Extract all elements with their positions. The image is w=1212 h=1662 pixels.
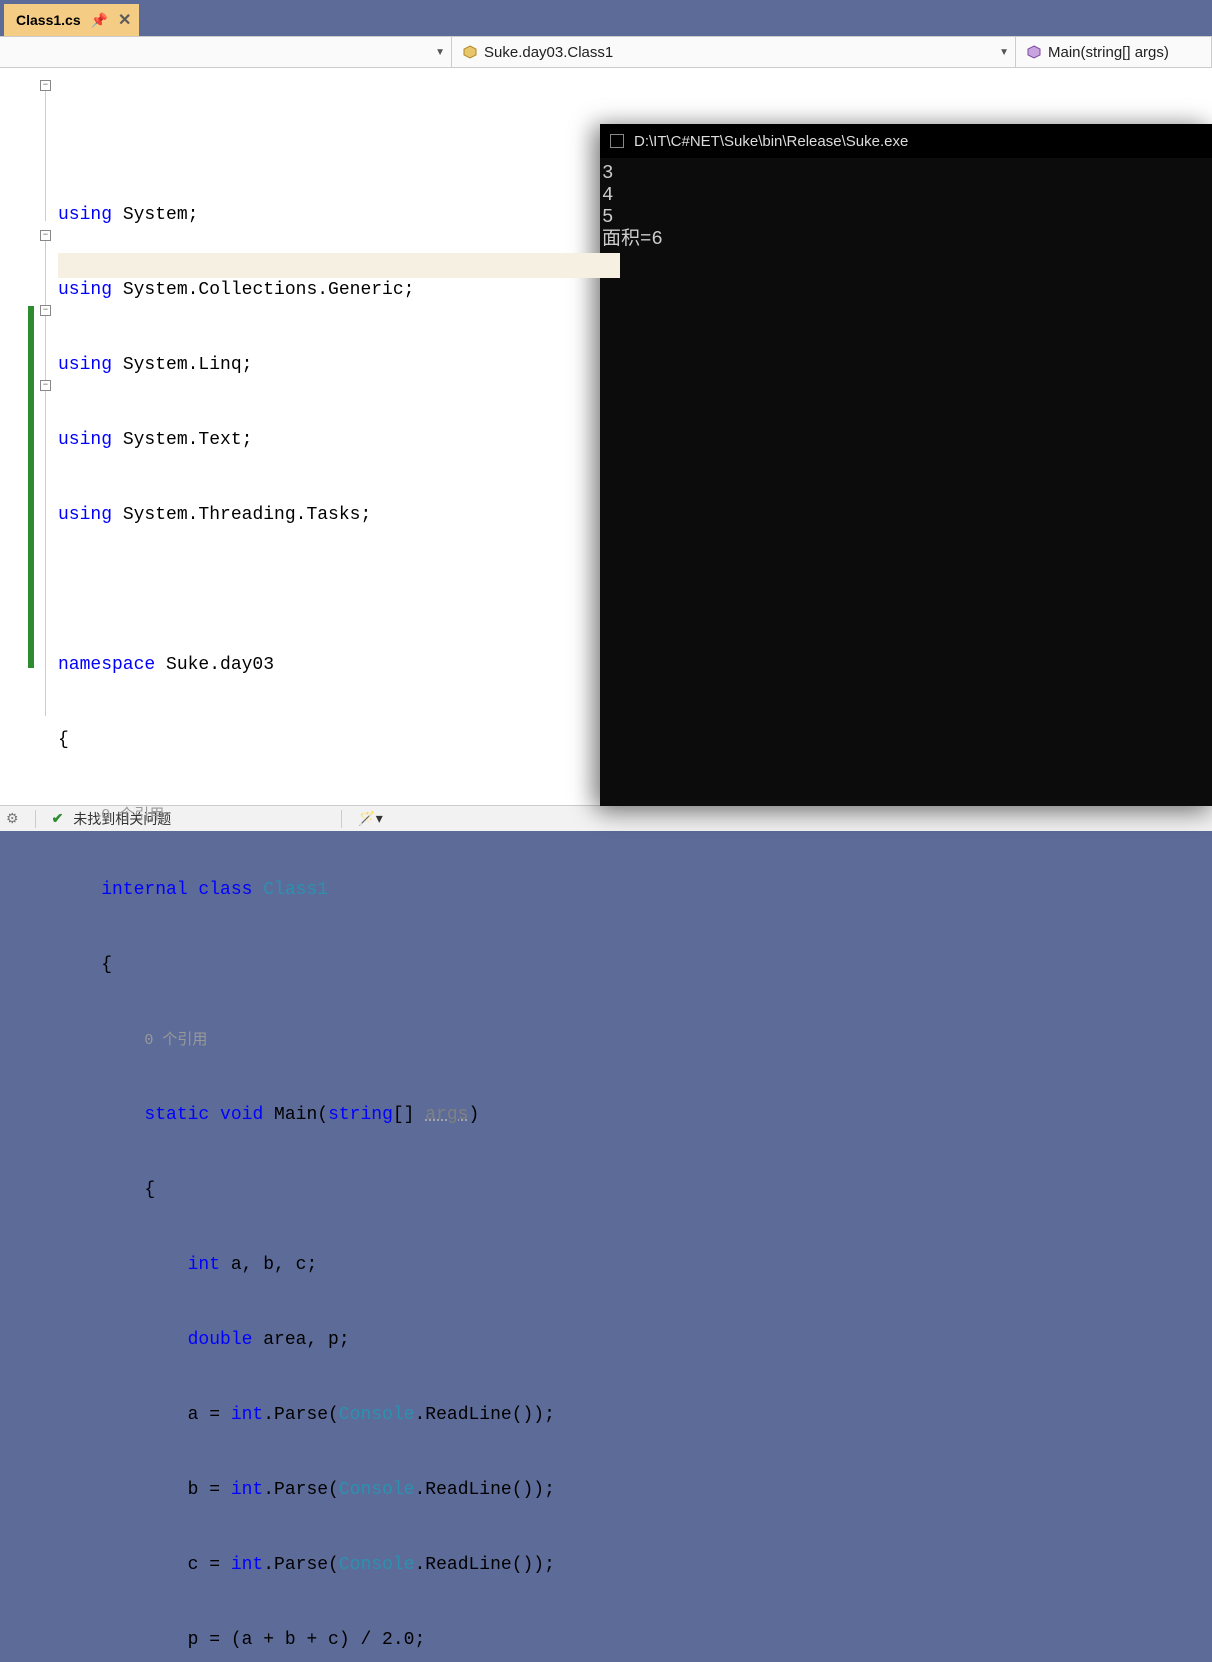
- scope-combo[interactable]: ▼: [0, 37, 452, 67]
- console-title-text: D:\IT\C#NET\Suke\bin\Release\Suke.exe: [634, 133, 908, 150]
- current-line-highlight: [58, 253, 620, 278]
- change-marker: [28, 306, 34, 668]
- outline-line: [45, 91, 46, 221]
- separator: [35, 810, 36, 828]
- fold-toggle[interactable]: −: [40, 380, 51, 391]
- console-output: 3 4 5 面积=6: [600, 158, 1212, 254]
- code-area[interactable]: using System; using System.Collections.G…: [54, 68, 620, 808]
- fold-toggle[interactable]: −: [40, 80, 51, 91]
- gutter: − − − −: [0, 68, 54, 808]
- tab-bar: Class1.cs 📌 ✕: [0, 0, 1212, 36]
- console-titlebar[interactable]: D:\IT\C#NET\Suke\bin\Release\Suke.exe: [600, 124, 1212, 158]
- class-combo[interactable]: Suke.day03.Class1 ▼: [452, 37, 1016, 67]
- method-icon: [1026, 45, 1042, 59]
- fold-toggle[interactable]: −: [40, 230, 51, 241]
- console-window[interactable]: D:\IT\C#NET\Suke\bin\Release\Suke.exe 3 …: [600, 124, 1212, 806]
- pin-icon[interactable]: 📌: [91, 12, 108, 29]
- member-combo[interactable]: Main(string[] args): [1016, 37, 1212, 67]
- class-icon: [462, 45, 478, 59]
- fold-toggle[interactable]: −: [40, 305, 51, 316]
- class-label: Suke.day03.Class1: [484, 44, 613, 61]
- chevron-down-icon: ▼: [435, 47, 445, 58]
- console-icon: [610, 134, 624, 148]
- screwdriver-icon[interactable]: ⚙: [6, 810, 19, 827]
- member-label: Main(string[] args): [1048, 44, 1169, 61]
- close-icon[interactable]: ✕: [118, 10, 131, 30]
- navigation-bar: ▼ Suke.day03.Class1 ▼ Main(string[] args…: [0, 36, 1212, 68]
- chevron-down-icon: ▼: [999, 47, 1009, 58]
- file-tab-active[interactable]: Class1.cs 📌 ✕: [4, 4, 139, 36]
- codelens-references[interactable]: 0 个引用: [101, 807, 164, 824]
- codelens-references[interactable]: 0 个引用: [144, 1032, 207, 1049]
- tab-filename: Class1.cs: [16, 12, 81, 28]
